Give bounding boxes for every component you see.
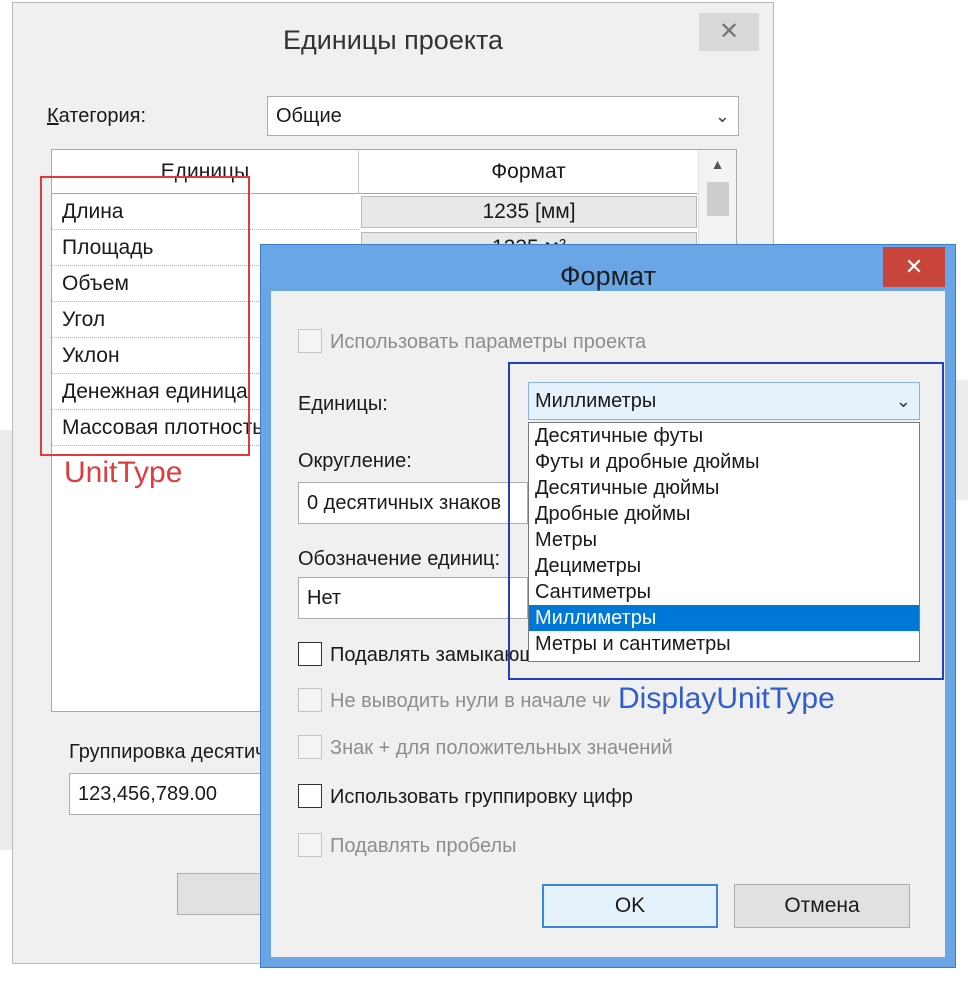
cancel-button[interactable]: Отмена xyxy=(734,884,910,928)
plus-prefix-label: Знак + для положительных значений xyxy=(330,737,673,759)
grouping-select[interactable]: 123,456,789.00 xyxy=(69,773,289,815)
chevron-down-icon: ⌄ xyxy=(714,106,730,126)
digit-grouping-checkbox[interactable] xyxy=(298,784,322,808)
close-icon: ✕ xyxy=(718,18,740,45)
close-button[interactable]: ✕ xyxy=(699,13,759,51)
suppress-leading-zeros-label: Не выводить нули в начале числа xyxy=(330,690,610,712)
units-label: Единицы: xyxy=(298,393,388,415)
suppress-leading-zeros-checkbox[interactable] xyxy=(298,688,322,712)
digit-grouping-label: Использовать группировку цифр xyxy=(330,786,633,808)
category-label-text: атегория: xyxy=(58,105,147,127)
plus-prefix-checkbox[interactable] xyxy=(298,735,322,759)
displayunittype-annotation: DisplayUnitType xyxy=(618,682,835,715)
unittype-annotation: UnitType xyxy=(64,456,183,489)
use-project-settings-label: Использовать параметры проекта xyxy=(330,331,647,353)
displayunittype-highlight-box xyxy=(508,362,944,680)
rounding-label: Округление: xyxy=(298,450,412,472)
unittype-highlight-box xyxy=(40,176,250,456)
category-select-value: Общие xyxy=(276,105,342,127)
rounding-select[interactable]: 0 десятичных знаков xyxy=(298,482,528,524)
category-label-accelerator: К xyxy=(47,105,59,127)
close-icon: ✕ xyxy=(904,254,924,279)
suppress-spaces-checkbox[interactable] xyxy=(298,833,322,857)
suppress-spaces-label: Подавлять пробелы xyxy=(330,835,517,857)
unit-symbol-label: Обозначение единиц: xyxy=(298,548,501,570)
suppress-trailing-zeros-label: Подавлять замыкающие нули xyxy=(330,644,528,666)
category-label: Категория: xyxy=(47,105,146,128)
scroll-up-icon[interactable]: ▲ xyxy=(699,156,736,172)
use-project-settings-checkbox[interactable] xyxy=(298,329,322,353)
ok-button[interactable]: OK xyxy=(542,884,718,928)
unit-symbol-select[interactable]: Нет xyxy=(298,577,528,619)
format-button[interactable]: 1235 [мм] xyxy=(361,196,697,228)
suppress-trailing-zeros-checkbox[interactable] xyxy=(298,642,322,666)
category-select[interactable]: Общие ⌄ xyxy=(267,96,739,136)
column-header-format[interactable]: Формат xyxy=(359,150,699,194)
dialog-title: Единицы проекта xyxy=(282,25,504,55)
scrollbar-thumb[interactable] xyxy=(707,182,729,216)
dialog-title: Формат xyxy=(560,261,656,291)
close-button[interactable]: ✕ xyxy=(883,247,945,287)
